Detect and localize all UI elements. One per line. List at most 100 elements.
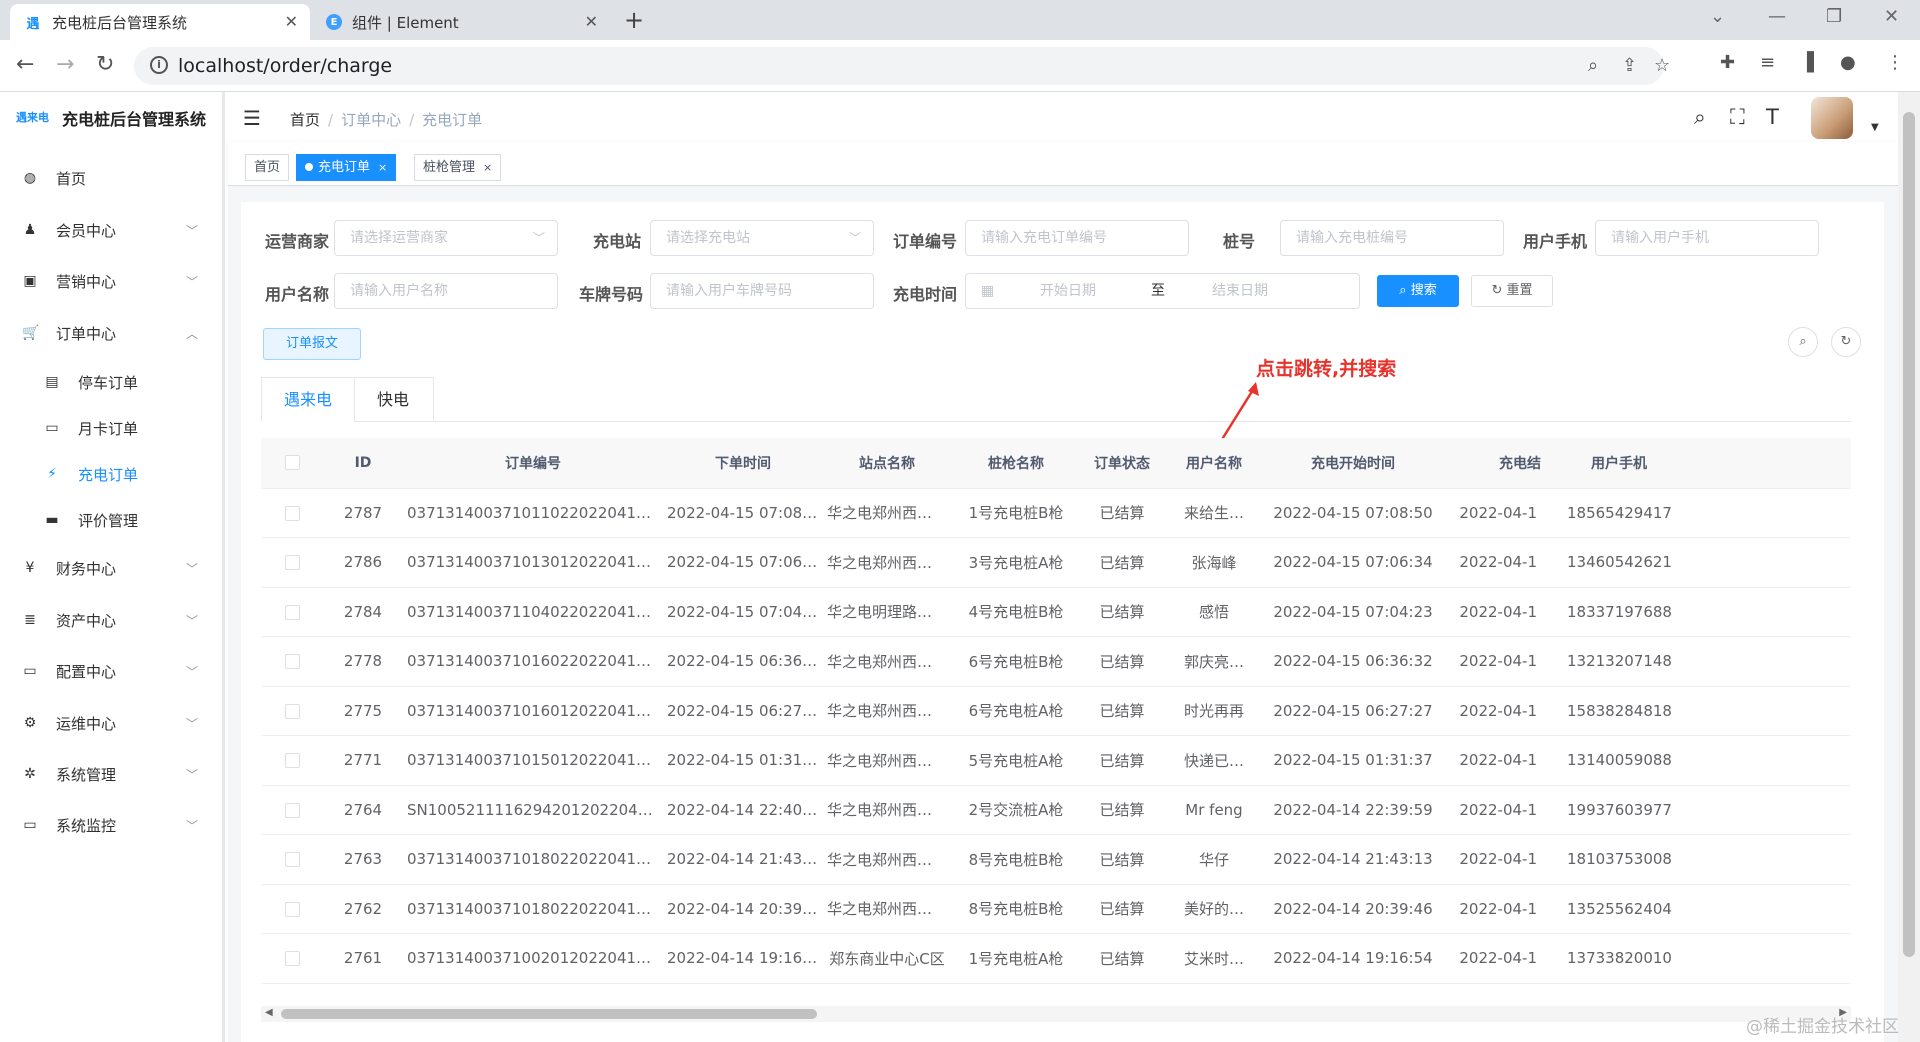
horizontal-scrollbar[interactable]: ◀ ▶ [261, 1006, 1851, 1022]
close-tab-icon[interactable]: ✕ [285, 12, 298, 31]
row-checkbox-cell[interactable] [261, 537, 323, 588]
font-size-icon[interactable]: T [1766, 105, 1779, 129]
refresh-table-button[interactable]: ↻ [1831, 327, 1861, 357]
tab-search-icon[interactable]: ⌄ [1710, 6, 1725, 27]
row-checkbox-cell[interactable] [261, 884, 323, 934]
close-window-icon[interactable]: ✕ [1884, 6, 1899, 27]
scroll-left-icon[interactable]: ◀ [265, 1007, 273, 1018]
row-checkbox-cell[interactable] [261, 636, 323, 687]
column-header[interactable]: 充电开始时间 [1265, 438, 1441, 489]
column-header[interactable]: 下单时间 [663, 438, 823, 489]
toggle-search-button[interactable]: ⌕ [1788, 327, 1818, 357]
column-header[interactable]: ID [323, 438, 403, 489]
app-logo[interactable]: 遇来电 充电桩后台管理系统 [16, 106, 206, 130]
checkbox[interactable] [284, 753, 300, 769]
site-info-icon[interactable]: i [150, 56, 168, 74]
row-checkbox-cell[interactable] [261, 587, 323, 637]
checkbox[interactable] [284, 703, 300, 719]
checkbox[interactable] [284, 901, 300, 917]
sidebar-item-marketing[interactable]: ▣ 营销中心 ﹀ [0, 261, 222, 301]
browser-tab-active[interactable]: 遇 充电桩后台管理系统 ✕ [10, 4, 310, 40]
sidebar-item-system[interactable]: ✲ 系统管理 ﹀ [0, 754, 222, 794]
scrollbar-thumb[interactable] [1903, 112, 1915, 957]
checkbox[interactable] [284, 455, 300, 471]
zoom-icon[interactable]: ⌕ [1588, 55, 1598, 76]
search-icon[interactable]: ⌕ [1694, 105, 1706, 130]
sidebar-item-home[interactable]: ◍ 首页 [0, 158, 222, 198]
sidebar-item-charge-orders[interactable]: ⚡ 充电订单 [0, 454, 222, 494]
plate-input[interactable]: 请输入用户车牌号码 [650, 273, 874, 309]
share-icon[interactable]: ⇪ [1622, 55, 1637, 76]
tag-home[interactable]: 首页 [245, 154, 290, 181]
table-row[interactable]: 2761037131400371002012022041419165432022… [261, 933, 1851, 984]
pile-input[interactable]: 请输入充电桩编号 [1280, 220, 1504, 256]
row-checkbox-cell[interactable] [261, 686, 323, 736]
minimize-icon[interactable]: — [1768, 6, 1786, 27]
restore-icon[interactable]: ❐ [1826, 6, 1842, 27]
browser-tab-element[interactable]: E 组件 | Element ✕ [312, 4, 610, 40]
sidebar-item-config[interactable]: ▭ 配置中心 ﹀ [0, 651, 222, 691]
table-row[interactable]: 2763037131400371018022022041421431342022… [261, 834, 1851, 885]
close-icon[interactable]: × [483, 161, 492, 174]
checkbox[interactable] [284, 604, 300, 620]
table-row[interactable]: 2775037131400371016012022041506272782022… [261, 686, 1851, 736]
reload-icon[interactable]: ↻ [96, 52, 114, 77]
scrollbar-thumb[interactable] [281, 1009, 817, 1019]
sidebar-item-ops[interactable]: ⚙ 运维中心 ﹀ [0, 703, 222, 743]
column-header[interactable]: 桩枪名称 [951, 438, 1081, 489]
breadcrumb-orders[interactable]: 订单中心 [341, 111, 401, 129]
start-date-placeholder[interactable]: 开始日期 [1040, 274, 1096, 308]
checkbox[interactable] [284, 802, 300, 818]
sidebar-item-monitor[interactable]: ▭ 系统监控 ﹀ [0, 805, 222, 845]
forward-icon[interactable]: → [56, 52, 74, 77]
sidebar-item-orders[interactable]: 🛒 订单中心 ︿ [0, 313, 222, 353]
column-header[interactable]: 用户名称 [1163, 438, 1265, 489]
fullscreen-icon[interactable]: ⛶ [1730, 105, 1745, 130]
avatar[interactable] [1811, 97, 1853, 139]
checkbox[interactable] [284, 951, 300, 967]
phone-input[interactable]: 请输入用户手机 [1595, 220, 1819, 256]
table-row[interactable]: 2764SN10052111162942012022041422395…2022… [261, 785, 1851, 835]
tab-kuaidian[interactable]: 快电 [354, 377, 434, 422]
vertical-scrollbar[interactable] [1898, 92, 1920, 1042]
end-date-placeholder[interactable]: 结束日期 [1212, 274, 1268, 308]
table-row[interactable]: 2762037131400371018022022041420394662022… [261, 884, 1851, 934]
url-input[interactable]: i localhost/order/charge ⌕ ⇪ ☆ [134, 47, 1670, 85]
close-tab-icon[interactable]: ✕ [585, 12, 598, 31]
column-header[interactable]: 订单状态 [1081, 438, 1163, 489]
caret-down-icon[interactable]: ▼ [1871, 122, 1879, 133]
tag-pile-management[interactable]: 桩枪管理 × [414, 154, 502, 181]
column-header[interactable]: 充电结 [1441, 438, 1541, 489]
select-all-checkbox[interactable] [261, 438, 323, 489]
row-checkbox-cell[interactable] [261, 933, 323, 984]
new-tab-icon[interactable]: + [624, 6, 644, 34]
side-panel-icon[interactable]: ▐ [1800, 52, 1814, 73]
column-header[interactable]: 站点名称 [823, 438, 951, 489]
sidebar-item-parking-orders[interactable]: ▤ 停车订单 [0, 362, 222, 402]
table-row[interactable]: 2778037131400371016022022041506363292022… [261, 636, 1851, 687]
row-checkbox-cell[interactable] [261, 735, 323, 786]
search-button[interactable]: ⌕ 搜索 [1377, 275, 1459, 307]
column-header[interactable]: 订单编号 [403, 438, 663, 489]
bookmark-star-icon[interactable]: ☆ [1654, 55, 1670, 76]
reading-list-icon[interactable]: ≡ [1760, 52, 1775, 73]
sidebar-item-finance[interactable]: ¥ 财务中心 ﹀ [0, 548, 222, 588]
checkbox[interactable] [284, 505, 300, 521]
sidebar-item-reviews[interactable]: ▬ 评价管理 [0, 500, 222, 540]
tab-yulaidian[interactable]: 遇来电 [261, 377, 355, 422]
row-checkbox-cell[interactable] [261, 785, 323, 835]
operator-select[interactable]: 请选择运营商家 ﹀ [334, 220, 558, 256]
station-select[interactable]: 请选择充电站 ﹀ [650, 220, 874, 256]
hamburger-icon[interactable]: ☰ [243, 106, 261, 130]
breadcrumb-home[interactable]: 首页 [290, 111, 320, 129]
sidebar-item-assets[interactable]: ≣ 资产中心 ﹀ [0, 600, 222, 640]
more-menu-icon[interactable]: ⋮ [1886, 52, 1904, 73]
back-icon[interactable]: ← [16, 52, 34, 77]
row-checkbox-cell[interactable] [261, 834, 323, 885]
checkbox[interactable] [284, 654, 300, 670]
table-row[interactable]: 2771037131400371015012022041501313302022… [261, 735, 1851, 786]
close-icon[interactable]: × [378, 161, 387, 174]
profile-icon[interactable]: ● [1840, 52, 1856, 73]
order-no-input[interactable]: 请输入充电订单编号 [965, 220, 1189, 256]
table-row[interactable]: 2786037131400371013012022041507063472022… [261, 537, 1851, 588]
